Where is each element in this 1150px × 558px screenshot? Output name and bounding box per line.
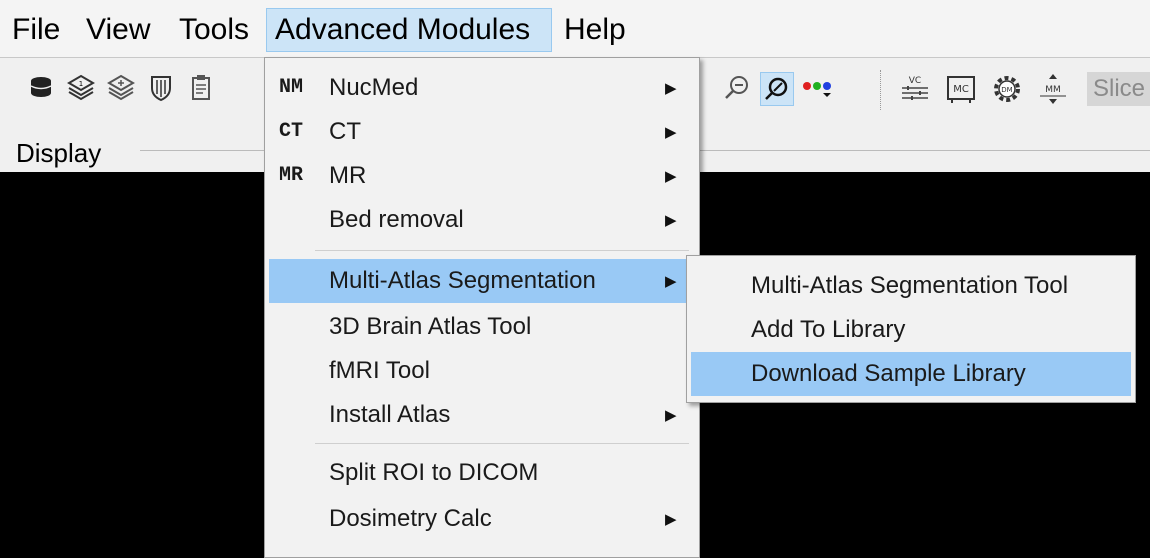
menu-item-label: Dosimetry Calc <box>329 505 492 532</box>
menu-item-install-atlas[interactable]: Install Atlas ▶ <box>269 393 695 437</box>
toolbar-separator <box>880 70 881 110</box>
menu-item-mr[interactable]: MR MR ▶ <box>269 154 695 198</box>
vc-icon[interactable]: VC <box>898 72 932 106</box>
layers-plus-icon[interactable] <box>104 72 138 106</box>
chevron-right-icon: ▶ <box>665 123 677 141</box>
menu-view[interactable]: View <box>78 8 158 52</box>
mm-glyph: MM <box>1045 85 1061 95</box>
mr-prefix: MR <box>279 164 304 187</box>
menu-item-label: CT <box>329 118 361 145</box>
chevron-right-icon: ▶ <box>665 167 677 185</box>
svg-text:1: 1 <box>79 80 83 88</box>
submenu-item-label: Add To Library <box>751 316 906 343</box>
menu-item-label: NucMed <box>329 74 419 101</box>
shield-icon[interactable] <box>144 72 178 106</box>
vc-glyph: VC <box>909 76 921 86</box>
menu-item-dosimetry-calc[interactable]: Dosimetry Calc ▶ <box>269 497 695 541</box>
menu-item-ct[interactable]: CT CT ▶ <box>269 110 695 154</box>
slice-button[interactable]: Slice <box>1087 72 1150 106</box>
menu-item-bed-removal[interactable]: Bed removal ▶ <box>269 198 695 242</box>
submenu-item-add-to-library[interactable]: Add To Library <box>691 308 1131 352</box>
chevron-right-icon: ▶ <box>665 211 677 229</box>
submenu-item-label: Download Sample Library <box>751 360 1026 387</box>
menu-item-multi-atlas-segmentation[interactable]: Multi-Atlas Segmentation ▶ <box>269 259 695 303</box>
menu-separator <box>315 443 689 444</box>
menu-item-3d-brain-atlas-tool[interactable]: 3D Brain Atlas Tool <box>269 305 695 349</box>
menu-item-label: Install Atlas <box>329 401 451 428</box>
zoom-out-icon[interactable] <box>720 72 754 106</box>
multi-atlas-submenu: Multi-Atlas Segmentation Tool Add To Lib… <box>686 255 1136 403</box>
mm-icon[interactable]: MM <box>1036 72 1070 106</box>
nm-prefix: NM <box>279 76 304 99</box>
menu-tools[interactable]: Tools <box>171 8 257 52</box>
menu-item-label: MR <box>329 162 367 189</box>
menu-item-label: Multi-Atlas Segmentation <box>329 267 596 294</box>
chevron-right-icon: ▶ <box>665 510 677 528</box>
submenu-item-label: Multi-Atlas Segmentation Tool <box>751 272 1069 299</box>
menu-item-label: 3D Brain Atlas Tool <box>329 313 532 340</box>
menu-item-split-roi-to-dicom[interactable]: Split ROI to DICOM <box>269 451 695 495</box>
chevron-right-icon: ▶ <box>665 272 677 290</box>
menu-help[interactable]: Help <box>556 8 634 52</box>
menu-file[interactable]: File <box>4 8 68 52</box>
submenu-item-multi-atlas-segmentation-tool[interactable]: Multi-Atlas Segmentation Tool <box>691 264 1131 308</box>
menu-item-label: fMRI Tool <box>329 357 430 384</box>
rgb-dots-icon[interactable] <box>800 72 834 106</box>
menu-item-label: Bed removal <box>329 206 464 233</box>
menu-item-nucmed[interactable]: NM NucMed ▶ <box>269 66 695 110</box>
gear-dm-icon[interactable]: DM <box>990 72 1024 106</box>
database-icon[interactable] <box>24 72 58 106</box>
display-label: Display <box>16 138 102 168</box>
ct-prefix: CT <box>279 120 304 143</box>
mc-icon[interactable]: MC <box>944 72 978 106</box>
clipboard-icon[interactable] <box>184 72 218 106</box>
menu-item-fmri-tool[interactable]: fMRI Tool <box>269 349 695 393</box>
menu-advanced-modules[interactable]: Advanced Modules <box>266 8 552 52</box>
annotation-icon[interactable] <box>760 72 794 106</box>
layers-1-icon[interactable]: 1 <box>64 72 98 106</box>
menu-separator <box>315 250 689 251</box>
dm-glyph: DM <box>1001 86 1012 94</box>
chevron-right-icon: ▶ <box>665 79 677 97</box>
chevron-right-icon: ▶ <box>665 406 677 424</box>
mc-glyph: MC <box>953 84 969 95</box>
advanced-modules-menu: NM NucMed ▶ CT CT ▶ MR MR ▶ Bed removal … <box>264 57 700 558</box>
menu-bar: File View Tools Advanced Modules Help <box>0 0 1150 58</box>
menu-item-label: Split ROI to DICOM <box>329 459 539 486</box>
submenu-item-download-sample-library[interactable]: Download Sample Library <box>691 352 1131 396</box>
